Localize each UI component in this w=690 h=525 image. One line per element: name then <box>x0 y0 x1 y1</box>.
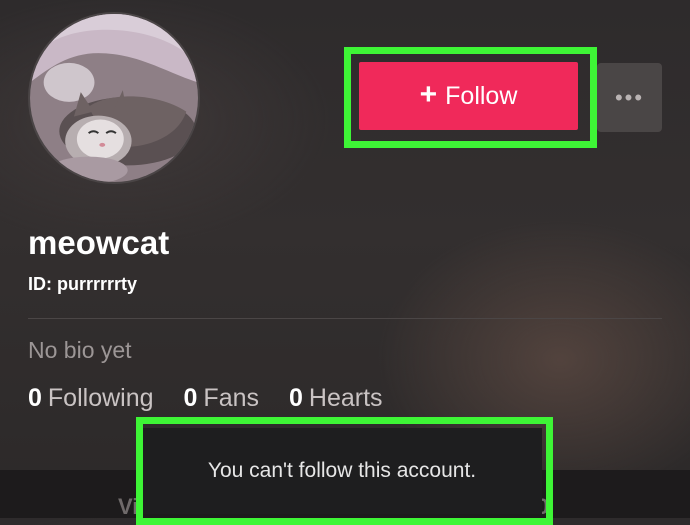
hearts-count: 0 <box>289 384 303 412</box>
bio-text: No bio yet <box>28 337 132 363</box>
divider <box>28 318 662 319</box>
fans-count: 0 <box>183 384 198 412</box>
toast-message: You can't follow this account. <box>142 428 542 514</box>
username: meowcat <box>28 224 170 261</box>
stat-fans[interactable]: 0 Fans <box>184 384 260 413</box>
follow-button[interactable]: + Follow <box>359 62 578 130</box>
stat-hearts: 0 Hearts <box>289 384 383 413</box>
profile-stats: 0 Following 0 Fans 0 Hearts <box>28 384 383 413</box>
profile-avatar <box>28 12 200 184</box>
fans-label: Fans <box>203 384 260 412</box>
plus-icon: + <box>419 78 438 111</box>
toast-text: You can't follow this account. <box>207 459 477 482</box>
following-count: 0 <box>28 384 42 412</box>
stat-following[interactable]: 0 Following <box>28 384 154 413</box>
following-label: Following <box>47 384 154 412</box>
hearts-label: Hearts <box>308 384 383 412</box>
user-id: ID: purrrrrrty <box>28 274 138 294</box>
more-options-button[interactable]: ••• <box>597 63 662 132</box>
more-icon: ••• <box>614 84 645 110</box>
follow-label: Follow <box>445 81 518 110</box>
